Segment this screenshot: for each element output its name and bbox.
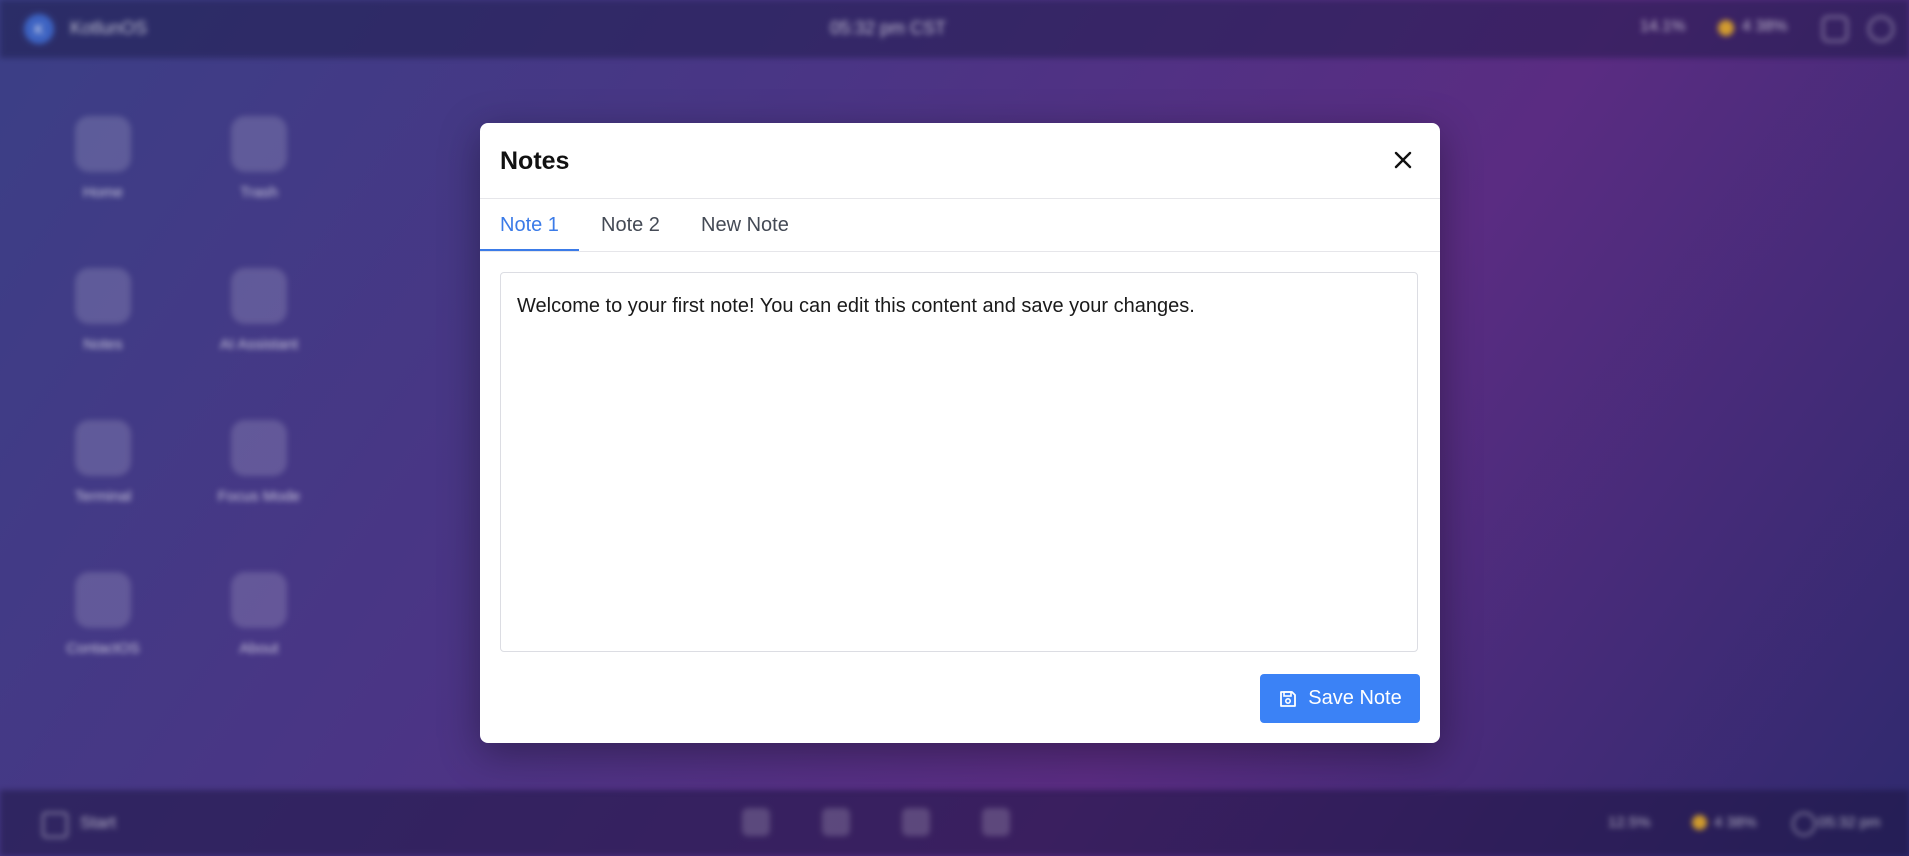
desktop-icon-label: Trash bbox=[240, 184, 278, 201]
top-battery: 4 38% bbox=[1742, 18, 1788, 35]
desktop-icon-label: Notes bbox=[83, 336, 123, 353]
desktop-icon-terminal[interactable]: Terminal bbox=[28, 420, 178, 505]
close-icon bbox=[1394, 151, 1412, 169]
taskbar-battery: 4 38% bbox=[1714, 814, 1757, 831]
top-bar: K KotlunOS 05:32 pm CST 14.1% 4 38% bbox=[0, 0, 1909, 58]
clock-icon bbox=[1792, 812, 1816, 836]
taskbar-terminal-icon[interactable] bbox=[902, 808, 930, 836]
close-button[interactable] bbox=[1390, 147, 1416, 173]
taskbar: Start 12.5% 4 38% 05:32 pm bbox=[0, 790, 1909, 856]
focus-icon bbox=[231, 420, 287, 476]
taskbar-notes-icon[interactable] bbox=[822, 808, 850, 836]
dialog-header: Notes bbox=[480, 123, 1440, 199]
taskbar-clock: 05:32 pm bbox=[1818, 814, 1881, 831]
trash-icon bbox=[231, 116, 287, 172]
notes-dialog: Notes Note 1 Note 2 New Note Welcome to … bbox=[480, 123, 1440, 743]
save-note-button[interactable]: Save Note bbox=[1260, 674, 1420, 723]
start-button[interactable]: Start bbox=[80, 813, 116, 833]
tab-new-note[interactable]: New Note bbox=[681, 199, 809, 250]
desktop-icon-label: AI Assistant bbox=[219, 336, 299, 353]
taskbar-battery-icon bbox=[1692, 815, 1707, 830]
home-icon bbox=[75, 116, 131, 172]
desktop-icon-trash[interactable]: Trash bbox=[184, 116, 334, 201]
desktop-icon-home[interactable]: Home bbox=[28, 116, 178, 201]
top-cpu-usage: 14.1% bbox=[1640, 18, 1686, 35]
save-note-label: Save Note bbox=[1308, 687, 1402, 709]
terminal-icon bbox=[75, 420, 131, 476]
taskbar-home-icon[interactable] bbox=[742, 808, 770, 836]
desktop-icon-label: ContactOS bbox=[66, 640, 140, 657]
desktop-icon-focus-mode[interactable]: Focus Mode bbox=[184, 420, 334, 505]
battery-icon bbox=[1718, 20, 1734, 36]
info-icon bbox=[231, 572, 287, 628]
desktop-icon-about[interactable]: About bbox=[184, 572, 334, 657]
os-name: KotlunOS bbox=[70, 18, 148, 38]
save-icon bbox=[1280, 690, 1297, 707]
power-icon[interactable] bbox=[1868, 16, 1894, 42]
contact-icon bbox=[75, 572, 131, 628]
desktop-icon-label: Home bbox=[82, 184, 123, 201]
desktop-icon-notes[interactable]: Notes bbox=[28, 268, 178, 353]
top-clock: 05:32 pm CST bbox=[830, 18, 947, 38]
start-icon[interactable] bbox=[42, 812, 68, 838]
desktop-icon-ai-assistant[interactable]: AI Assistant bbox=[184, 268, 334, 353]
dialog-title: Notes bbox=[500, 147, 570, 175]
desktop-icon-label: Focus Mode bbox=[217, 488, 301, 505]
desktop-icon-label: Terminal bbox=[74, 488, 132, 505]
desktop-icon-label: About bbox=[239, 640, 279, 657]
note-tabs: Note 1 Note 2 New Note bbox=[480, 199, 1440, 252]
desktop-icon-contactos[interactable]: ContactOS bbox=[28, 572, 178, 657]
tab-note-1[interactable]: Note 1 bbox=[480, 199, 579, 251]
os-logo[interactable]: K bbox=[24, 14, 54, 44]
taskbar-cpu-usage: 12.5% bbox=[1608, 814, 1651, 831]
notes-icon bbox=[75, 268, 131, 324]
taskbar-chat-icon[interactable] bbox=[982, 808, 1010, 836]
chat-icon bbox=[231, 268, 287, 324]
tab-note-2[interactable]: Note 2 bbox=[581, 199, 680, 250]
display-icon[interactable] bbox=[1822, 16, 1848, 42]
note-editor[interactable]: Welcome to your first note! You can edit… bbox=[500, 272, 1418, 652]
